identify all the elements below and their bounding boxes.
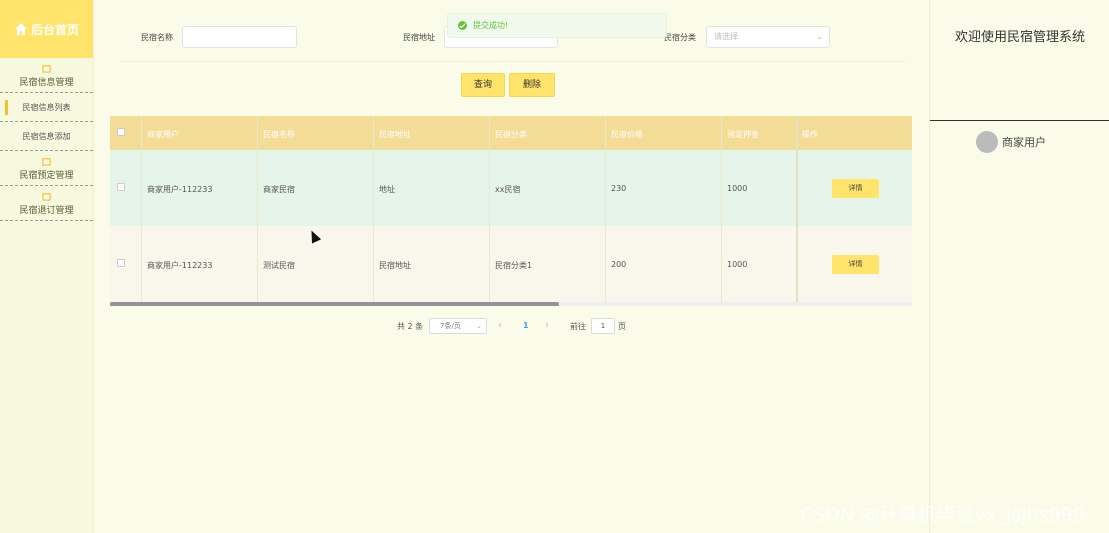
folder-icon — [42, 158, 51, 166]
user-role: 商家用户 — [1002, 136, 1046, 149]
name-label: 民宿名称 — [141, 33, 173, 42]
menu-group-label: 民宿信息管理 — [19, 78, 74, 88]
next-page-button[interactable]: › — [545, 320, 549, 331]
column-divider — [141, 116, 142, 302]
menu-item-homestay-add[interactable]: 民宿信息添加 — [0, 122, 93, 151]
cell-name: 商家民宿 — [263, 185, 295, 194]
category-label: 民宿分类 — [664, 33, 696, 42]
goto-page-input[interactable]: 1 — [591, 318, 615, 334]
column-divider — [373, 116, 374, 302]
prev-page-button[interactable]: ‹ — [498, 320, 502, 331]
column-divider — [605, 116, 606, 302]
horizontal-scrollbar[interactable] — [110, 302, 912, 306]
delete-button[interactable]: 删除 — [509, 73, 555, 97]
category-placeholder: 请选择 — [714, 32, 738, 41]
menu-group-label: 民宿退订管理 — [19, 206, 74, 216]
current-page[interactable]: 1 — [523, 321, 529, 330]
table-row[interactable]: 商家用户-112233 商家民宿 地址 xx民宿 230 1000 详情 — [110, 150, 912, 226]
pagination-total: 共 2 条 — [397, 322, 424, 331]
cell-address: 地址 — [379, 185, 395, 194]
sidebar: 后台首页 民宿信息管理 民宿信息列表 民宿信息添加 民宿预定管理 民宿退订管理 — [0, 0, 94, 533]
header-actions: 操作 — [802, 130, 818, 139]
header-name[interactable]: 民宿名称 — [263, 129, 295, 140]
header-category[interactable]: 民宿分类 — [495, 129, 527, 140]
menu-group-label: 民宿预定管理 — [19, 171, 74, 181]
menu-group-homestay-info[interactable]: 民宿信息管理 — [0, 58, 93, 93]
table-header: 商家用户 民宿名称 民宿地址 民宿分类 民宿价格 预定押金 操作 — [110, 116, 912, 150]
header-address[interactable]: 民宿地址 — [379, 129, 411, 140]
cell-deposit: 1000 — [727, 184, 748, 193]
detail-button[interactable]: 详情 — [832, 255, 879, 274]
menu-group-cancellation[interactable]: 民宿退订管理 — [0, 186, 93, 221]
cell-deposit: 1000 — [727, 260, 748, 269]
homestay-table: 商家用户 民宿名称 民宿地址 民宿分类 民宿价格 预定押金 操作 商家用户-11… — [110, 116, 912, 306]
right-panel: 欢迎使用民宿管理系统 商家用户 — [929, 0, 1109, 533]
category-select[interactable]: 请选择 ⌄ — [706, 26, 830, 48]
home-icon — [14, 23, 27, 35]
main-content: 民宿名称 民宿地址 民宿分类 请选择 ⌄ 查询 删除 提交成功! 商家用户 民宿… — [94, 0, 929, 533]
row-checkbox[interactable] — [117, 183, 125, 191]
chevron-down-icon: ⌄ — [476, 322, 482, 330]
fixed-column-shadow — [796, 116, 798, 302]
name-input[interactable] — [182, 26, 297, 48]
column-divider — [721, 116, 722, 302]
address-label: 民宿地址 — [403, 33, 435, 42]
cell-price: 200 — [611, 260, 627, 269]
user-info[interactable]: 商家用户 — [976, 131, 1046, 153]
cell-merchant: 商家用户-112233 — [147, 185, 213, 194]
column-divider — [257, 116, 258, 302]
cell-address: 民宿地址 — [379, 261, 411, 270]
menu-item-label: 民宿信息添加 — [22, 131, 71, 141]
welcome-title: 欢迎使用民宿管理系统 — [954, 30, 1085, 45]
home-label: 后台首页 — [30, 22, 79, 37]
cell-price: 230 — [611, 184, 627, 193]
header-price[interactable]: 民宿价格 — [611, 129, 643, 140]
cell-category: 民宿分类1 — [495, 261, 533, 270]
cell-category: xx民宿 — [495, 185, 521, 194]
home-link[interactable]: 后台首页 — [0, 0, 93, 58]
column-divider — [489, 116, 490, 302]
page-size-select[interactable]: 7条/页 ⌄ — [429, 318, 487, 334]
divider — [120, 61, 905, 62]
goto-label: 前往 — [570, 322, 586, 331]
cell-merchant: 商家用户-112233 — [147, 261, 213, 270]
cell-name: 测试民宿 — [263, 261, 295, 270]
detail-button[interactable]: 详情 — [832, 179, 879, 198]
menu-group-booking[interactable]: 民宿预定管理 — [0, 151, 93, 186]
check-circle-icon — [458, 21, 467, 30]
page-size-value: 7条/页 — [440, 322, 461, 330]
watermark: CSDN @计算机毕设vx_jsjbs999 — [800, 504, 1085, 526]
menu-item-label: 民宿信息列表 — [22, 102, 71, 112]
row-checkbox[interactable] — [117, 259, 125, 267]
page-suffix: 页 — [618, 322, 626, 331]
divider — [930, 120, 1109, 121]
toast-message: 提交成功! — [473, 21, 509, 30]
avatar — [976, 131, 998, 153]
table-row[interactable]: 商家用户-112233 测试民宿 民宿地址 民宿分类1 200 1000 详情 — [110, 226, 912, 302]
folder-icon — [42, 65, 51, 73]
query-button[interactable]: 查询 — [461, 73, 505, 97]
folder-icon — [42, 193, 51, 201]
menu-item-homestay-list[interactable]: 民宿信息列表 — [0, 93, 93, 122]
success-toast: 提交成功! — [447, 13, 667, 38]
header-deposit[interactable]: 预定押金 — [727, 129, 759, 140]
scrollbar-thumb[interactable] — [110, 302, 560, 306]
chevron-down-icon: ⌄ — [816, 32, 823, 41]
header-merchant[interactable]: 商家用户 — [147, 129, 179, 140]
select-all-checkbox[interactable] — [117, 128, 125, 136]
